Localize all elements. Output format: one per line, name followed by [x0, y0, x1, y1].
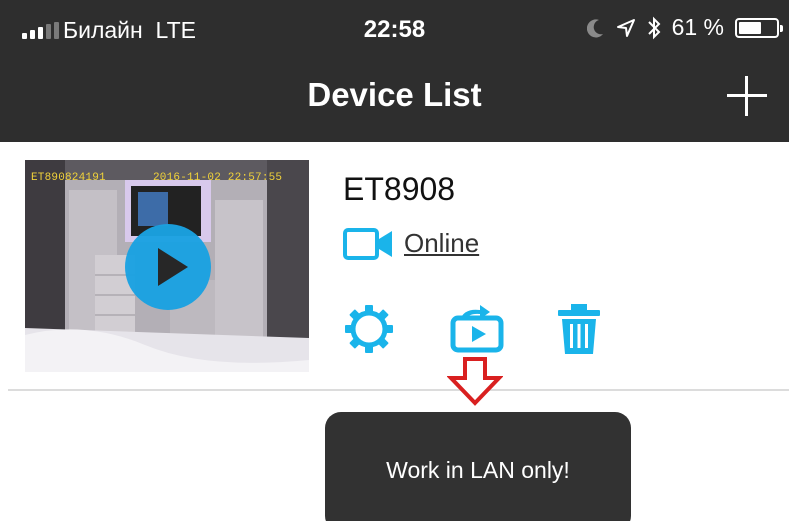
- moon-icon: [586, 18, 603, 37]
- play-icon[interactable]: [125, 224, 211, 310]
- camera-icon: [343, 228, 392, 260]
- device-status-link[interactable]: Online: [404, 228, 479, 259]
- device-preview-thumbnail[interactable]: ET890824191 2016-11-02 22:57:55: [25, 160, 309, 372]
- device-name: ET8908: [343, 171, 456, 207]
- status-bar: Билайн LTE 22:58 61 %: [0, 0, 789, 58]
- location-arrow-icon: [616, 18, 635, 37]
- toast-text: Work in LAN only!: [386, 457, 570, 483]
- share-icon[interactable]: [450, 302, 504, 356]
- osd-camera-id: ET890824191: [31, 172, 106, 184]
- top-bar: Билайн LTE 22:58 61 % Device List: [0, 0, 789, 142]
- battery-percent: 61 %: [671, 14, 724, 40]
- bluetooth-icon: [647, 16, 660, 39]
- battery-icon: [735, 17, 783, 38]
- row-divider: [8, 389, 789, 391]
- battery-fill: [739, 21, 761, 34]
- status-indicators: 61 %: [586, 14, 783, 41]
- trash-icon[interactable]: [552, 302, 606, 356]
- add-device-button[interactable]: [727, 76, 767, 116]
- osd-timestamp: 2016-11-02 22:57:55: [153, 172, 283, 184]
- toast-message: Work in LAN only!: [325, 412, 631, 521]
- arrow-down-icon: [447, 357, 503, 406]
- gear-icon[interactable]: [342, 302, 396, 356]
- page-title: Device List: [307, 76, 482, 113]
